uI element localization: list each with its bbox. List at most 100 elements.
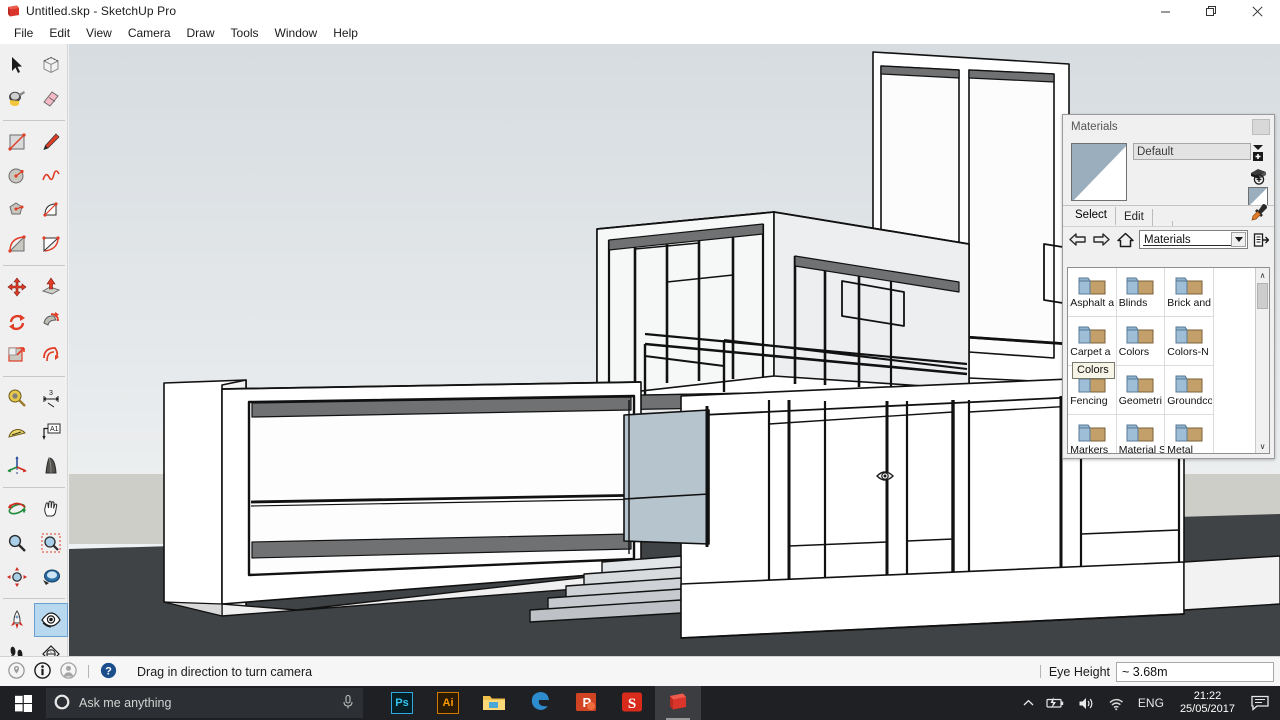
volume-icon[interactable] (1072, 696, 1101, 711)
make-component-tool[interactable] (35, 49, 67, 81)
look-around-tool[interactable] (35, 604, 67, 636)
freehand-tool[interactable] (35, 160, 67, 192)
tape-measure-tool[interactable] (1, 382, 33, 414)
three-d-text-tool[interactable] (35, 450, 67, 482)
select-tool[interactable] (1, 49, 33, 81)
text-tool[interactable]: A1 (35, 416, 67, 448)
tab-edit[interactable]: Edit (1116, 209, 1153, 226)
help-icon[interactable]: ? (100, 662, 117, 682)
menu-view[interactable]: View (78, 24, 120, 42)
taskbar-photoshop[interactable]: Ps (379, 686, 425, 720)
scroll-up-icon[interactable]: ∧ (1256, 268, 1270, 282)
windows-start-icon[interactable] (0, 686, 46, 720)
pan-tool[interactable] (35, 493, 67, 525)
position-camera-tool[interactable] (1, 604, 33, 636)
menu-help[interactable]: Help (325, 24, 366, 42)
move-tool[interactable] (1, 271, 33, 303)
folder-item[interactable]: Geometri (1117, 366, 1166, 415)
scroll-down-icon[interactable]: ∨ (1256, 439, 1270, 453)
offset-tool[interactable] (35, 339, 67, 371)
menu-window[interactable]: Window (267, 24, 326, 42)
folder-item[interactable]: Blinds (1117, 268, 1166, 317)
wifi-icon[interactable] (1101, 696, 1131, 711)
axes-tool[interactable] (1, 450, 33, 482)
circle-tool[interactable] (1, 160, 33, 192)
scrollbar-thumb[interactable] (1257, 283, 1268, 309)
tab-select[interactable]: Select (1067, 207, 1116, 226)
taskbar-file-explorer[interactable] (471, 686, 517, 720)
folder-label: Geometri (1117, 395, 1164, 407)
collapse-panel-button[interactable] (1252, 119, 1270, 135)
microphone-icon[interactable] (341, 694, 355, 713)
folder-item[interactable]: Markers (1068, 415, 1117, 454)
geo-location-icon[interactable] (8, 662, 25, 682)
folder-item[interactable]: Carpet a (1068, 317, 1117, 366)
taskbar-powerpoint[interactable]: P (563, 686, 609, 720)
folder-label: Brick and (1165, 297, 1212, 309)
material-swatch[interactable] (1071, 143, 1127, 201)
back-arrow-icon[interactable] (1067, 230, 1087, 250)
zoom-window-tool[interactable] (35, 527, 67, 559)
minimize-button[interactable] (1142, 0, 1188, 22)
protractor-tool[interactable] (1, 416, 33, 448)
action-center-icon[interactable] (1244, 695, 1280, 711)
folder-item[interactable]: Material S (1117, 415, 1166, 454)
previous-view-tool[interactable] (35, 561, 67, 593)
materials-browser[interactable]: Asphalt a Blinds Brick and Carpet a Colo… (1067, 267, 1270, 454)
taskbar-sketchup[interactable] (655, 686, 701, 720)
folder-item[interactable]: Colors (1117, 317, 1166, 366)
pie-tool[interactable] (35, 228, 67, 260)
cortana-search-box[interactable]: Ask me anything (46, 688, 363, 718)
close-button[interactable] (1234, 0, 1280, 22)
zoom-extents-tool[interactable] (1, 561, 33, 593)
sample-paint-icon[interactable] (1248, 165, 1268, 185)
materials-scrollbar[interactable]: ∧ ∨ (1255, 268, 1269, 453)
materials-panel-titlebar[interactable]: Materials (1063, 115, 1274, 139)
language-indicator[interactable]: ENG (1131, 696, 1171, 710)
folder-item[interactable]: Asphalt a (1068, 268, 1117, 317)
dimension-tool[interactable]: 3 (35, 382, 67, 414)
folder-label: Metal (1165, 444, 1212, 454)
details-icon[interactable] (1252, 230, 1270, 250)
folder-item[interactable]: Metal (1165, 415, 1214, 454)
materials-panel[interactable]: Materials Default (1062, 114, 1275, 459)
material-name-field[interactable]: Default (1133, 143, 1251, 160)
line-tool[interactable] (35, 126, 67, 158)
menu-draw[interactable]: Draw (179, 24, 223, 42)
eyedropper-icon[interactable] (1250, 202, 1270, 225)
follow-me-tool[interactable] (35, 305, 67, 337)
forward-arrow-icon[interactable] (1091, 230, 1111, 250)
push-pull-tool[interactable] (35, 271, 67, 303)
menu-tools[interactable]: Tools (223, 24, 267, 42)
paint-bucket-tool[interactable] (1, 83, 33, 115)
taskbar-snagit[interactable]: S (609, 686, 655, 720)
rectangle-tool[interactable] (1, 126, 33, 158)
create-material-icon[interactable] (1248, 143, 1268, 163)
taskbar-edge[interactable] (517, 686, 563, 720)
home-icon[interactable] (1115, 230, 1135, 250)
battery-icon[interactable] (1040, 696, 1072, 710)
folder-item[interactable]: Brick and (1165, 268, 1214, 317)
arc-tool[interactable] (35, 194, 67, 226)
library-select[interactable]: Materials (1139, 230, 1248, 249)
menu-camera[interactable]: Camera (120, 24, 179, 42)
two-point-arc-tool[interactable] (1, 228, 33, 260)
folder-item[interactable]: Colors-N (1165, 317, 1214, 366)
polygon-tool[interactable] (1, 194, 33, 226)
scale-tool[interactable] (1, 339, 33, 371)
credits-info-icon[interactable] (34, 662, 51, 682)
restore-button[interactable] (1188, 0, 1234, 22)
vcb-input[interactable]: ~ 3.68m (1116, 662, 1274, 682)
clock[interactable]: 21:22 25/05/2017 (1171, 690, 1244, 716)
menu-file[interactable]: File (6, 24, 41, 42)
tray-chevron-icon[interactable] (1017, 699, 1040, 707)
folder-item[interactable]: Groundco (1165, 366, 1214, 415)
orbit-tool[interactable] (1, 493, 33, 525)
zoom-tool[interactable] (1, 527, 33, 559)
eraser-tool[interactable] (35, 83, 67, 115)
account-icon[interactable] (60, 662, 77, 682)
chevron-down-icon[interactable] (1231, 232, 1246, 247)
rotate-tool[interactable] (1, 305, 33, 337)
taskbar-illustrator[interactable]: Ai (425, 686, 471, 720)
menu-edit[interactable]: Edit (41, 24, 78, 42)
